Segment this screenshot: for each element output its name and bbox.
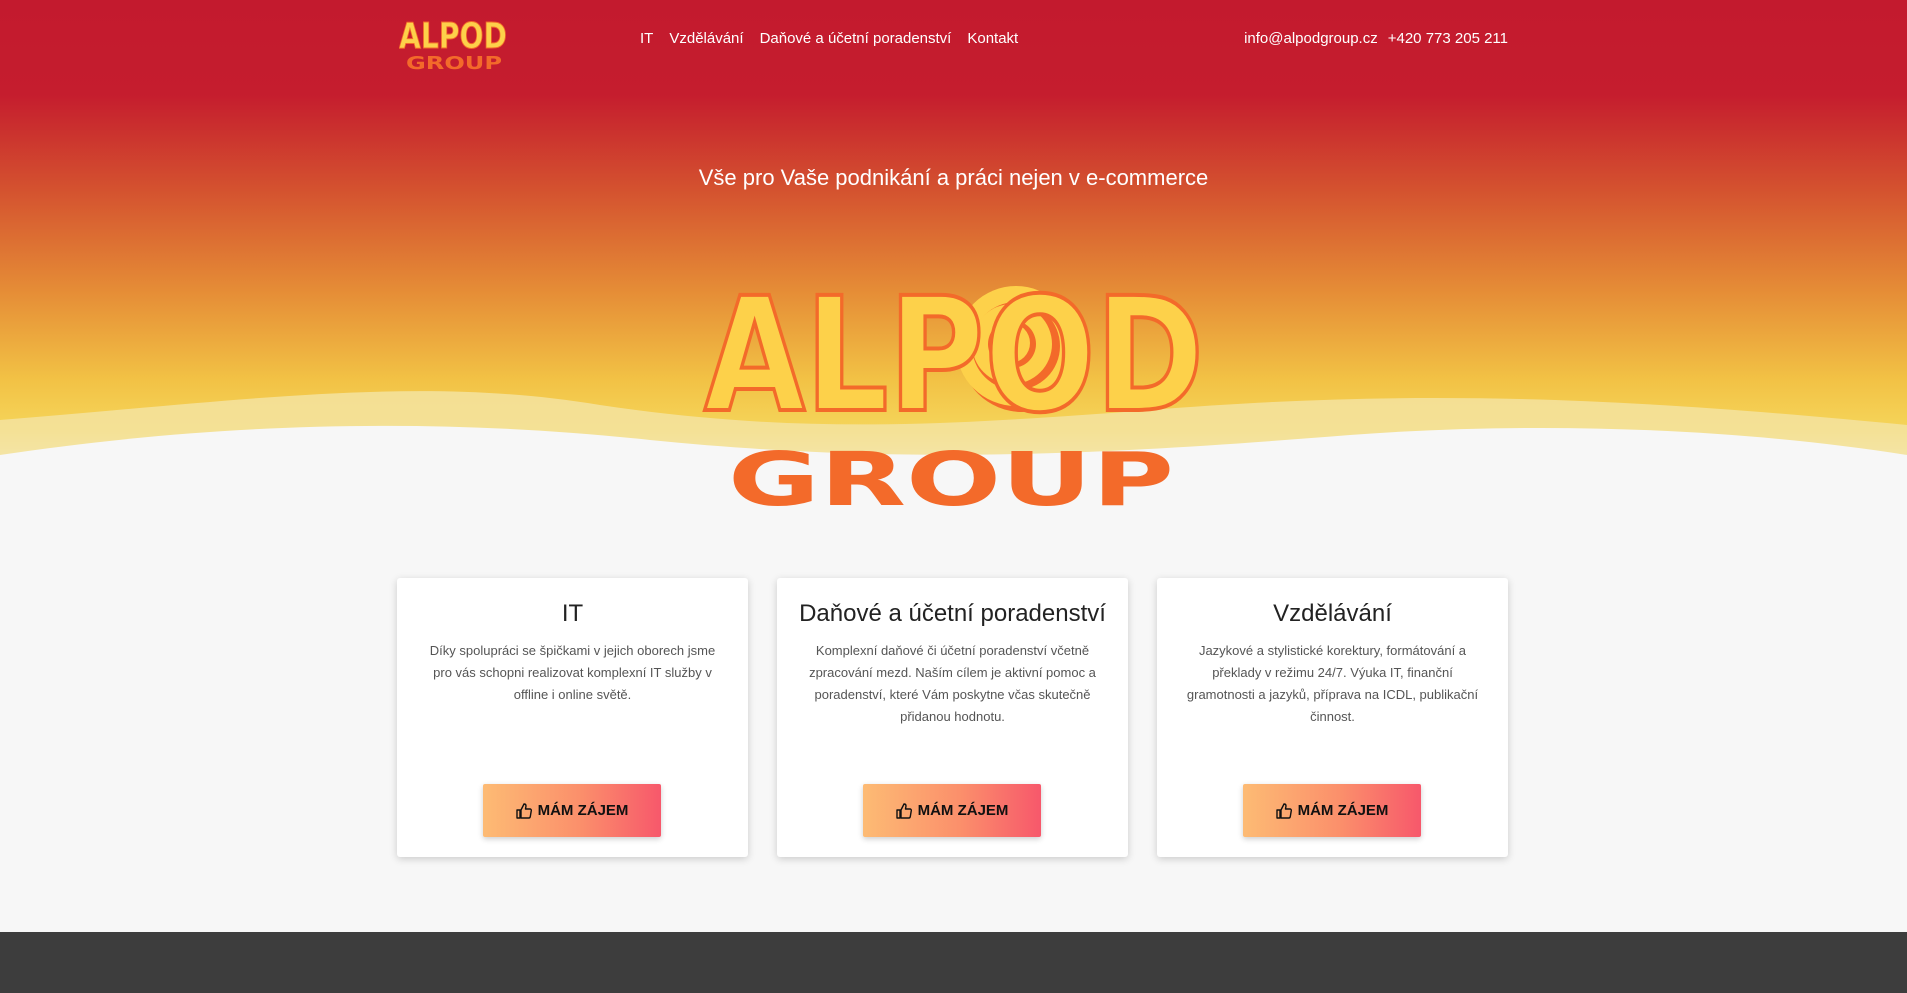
logo-small-sub: GROUP — [406, 53, 502, 72]
interest-button-vzdelavani[interactable]: MÁM ZÁJEM — [1243, 784, 1421, 837]
logo-large-word: ALPOD — [704, 264, 1204, 448]
logo-large-sub: GROUP — [728, 437, 1174, 515]
card-text: Díky spolupráci se špičkami v jejich obo… — [429, 643, 716, 702]
card-it: IT Díky spolupráci se špičkami v jejich … — [397, 578, 748, 857]
interest-button-label: MÁM ZÁJEM — [537, 802, 629, 819]
card-danove-poradenstvi: Daňové a účetní poradenství Komplexní da… — [777, 578, 1128, 857]
page: ALPOD GROUP IT Vzdělávání Daňové a účetn… — [0, 0, 1907, 993]
phone-link[interactable]: +420 773 205 211 — [1388, 30, 1508, 47]
nav-item-kontakt[interactable]: Kontakt — [967, 30, 1018, 47]
thumbs-up-icon — [515, 802, 532, 819]
card-title: IT — [561, 600, 584, 627]
card-vzdelavani: Vzdělávání Jazykové a stylistické korekt… — [1157, 578, 1508, 857]
logo-small[interactable]: ALPOD GROUP — [399, 14, 509, 73]
interest-button-label: MÁM ZÁJEM — [917, 802, 1009, 819]
header-contact: info@alpodgroup.cz +420 773 205 211 — [1244, 30, 1508, 47]
email-link[interactable]: info@alpodgroup.cz — [1244, 30, 1378, 47]
logo-large: ALPOD GROUP — [702, 262, 1206, 515]
nav-item-vzdelavani[interactable]: Vzdělávání — [669, 30, 743, 47]
interest-button-it[interactable]: MÁM ZÁJEM — [483, 784, 661, 837]
nav-item-it[interactable]: IT — [640, 30, 653, 47]
hero-tagline: Vše pro Vaše podnikání a práci nejen v e… — [698, 165, 1209, 190]
logo-small-word: ALPOD — [399, 16, 507, 57]
nav-item-danove-poradenstvi[interactable]: Daňové a účetní poradenství — [760, 30, 952, 47]
card-title: Vzdělávání — [1273, 600, 1392, 627]
card-title: Daňové a účetní poradenství — [799, 600, 1106, 627]
main-menu: IT Vzdělávání Daňové a účetní poradenstv… — [640, 30, 1018, 47]
hero-section: ALPOD GROUP IT Vzdělávání Daňové a účetn… — [0, 0, 1907, 515]
card-text: Jazykové a stylistické korektury, formát… — [1186, 643, 1479, 724]
interest-button-label: MÁM ZÁJEM — [1297, 802, 1389, 819]
interest-button-danove[interactable]: MÁM ZÁJEM — [863, 784, 1041, 837]
footer — [0, 932, 1907, 993]
thumbs-up-icon — [1275, 802, 1292, 819]
thumbs-up-icon — [895, 802, 912, 819]
card-text: Komplexní daňové či účetní poradenství v… — [809, 643, 1096, 724]
service-cards: IT Díky spolupráci se špičkami v jejich … — [397, 578, 1508, 857]
